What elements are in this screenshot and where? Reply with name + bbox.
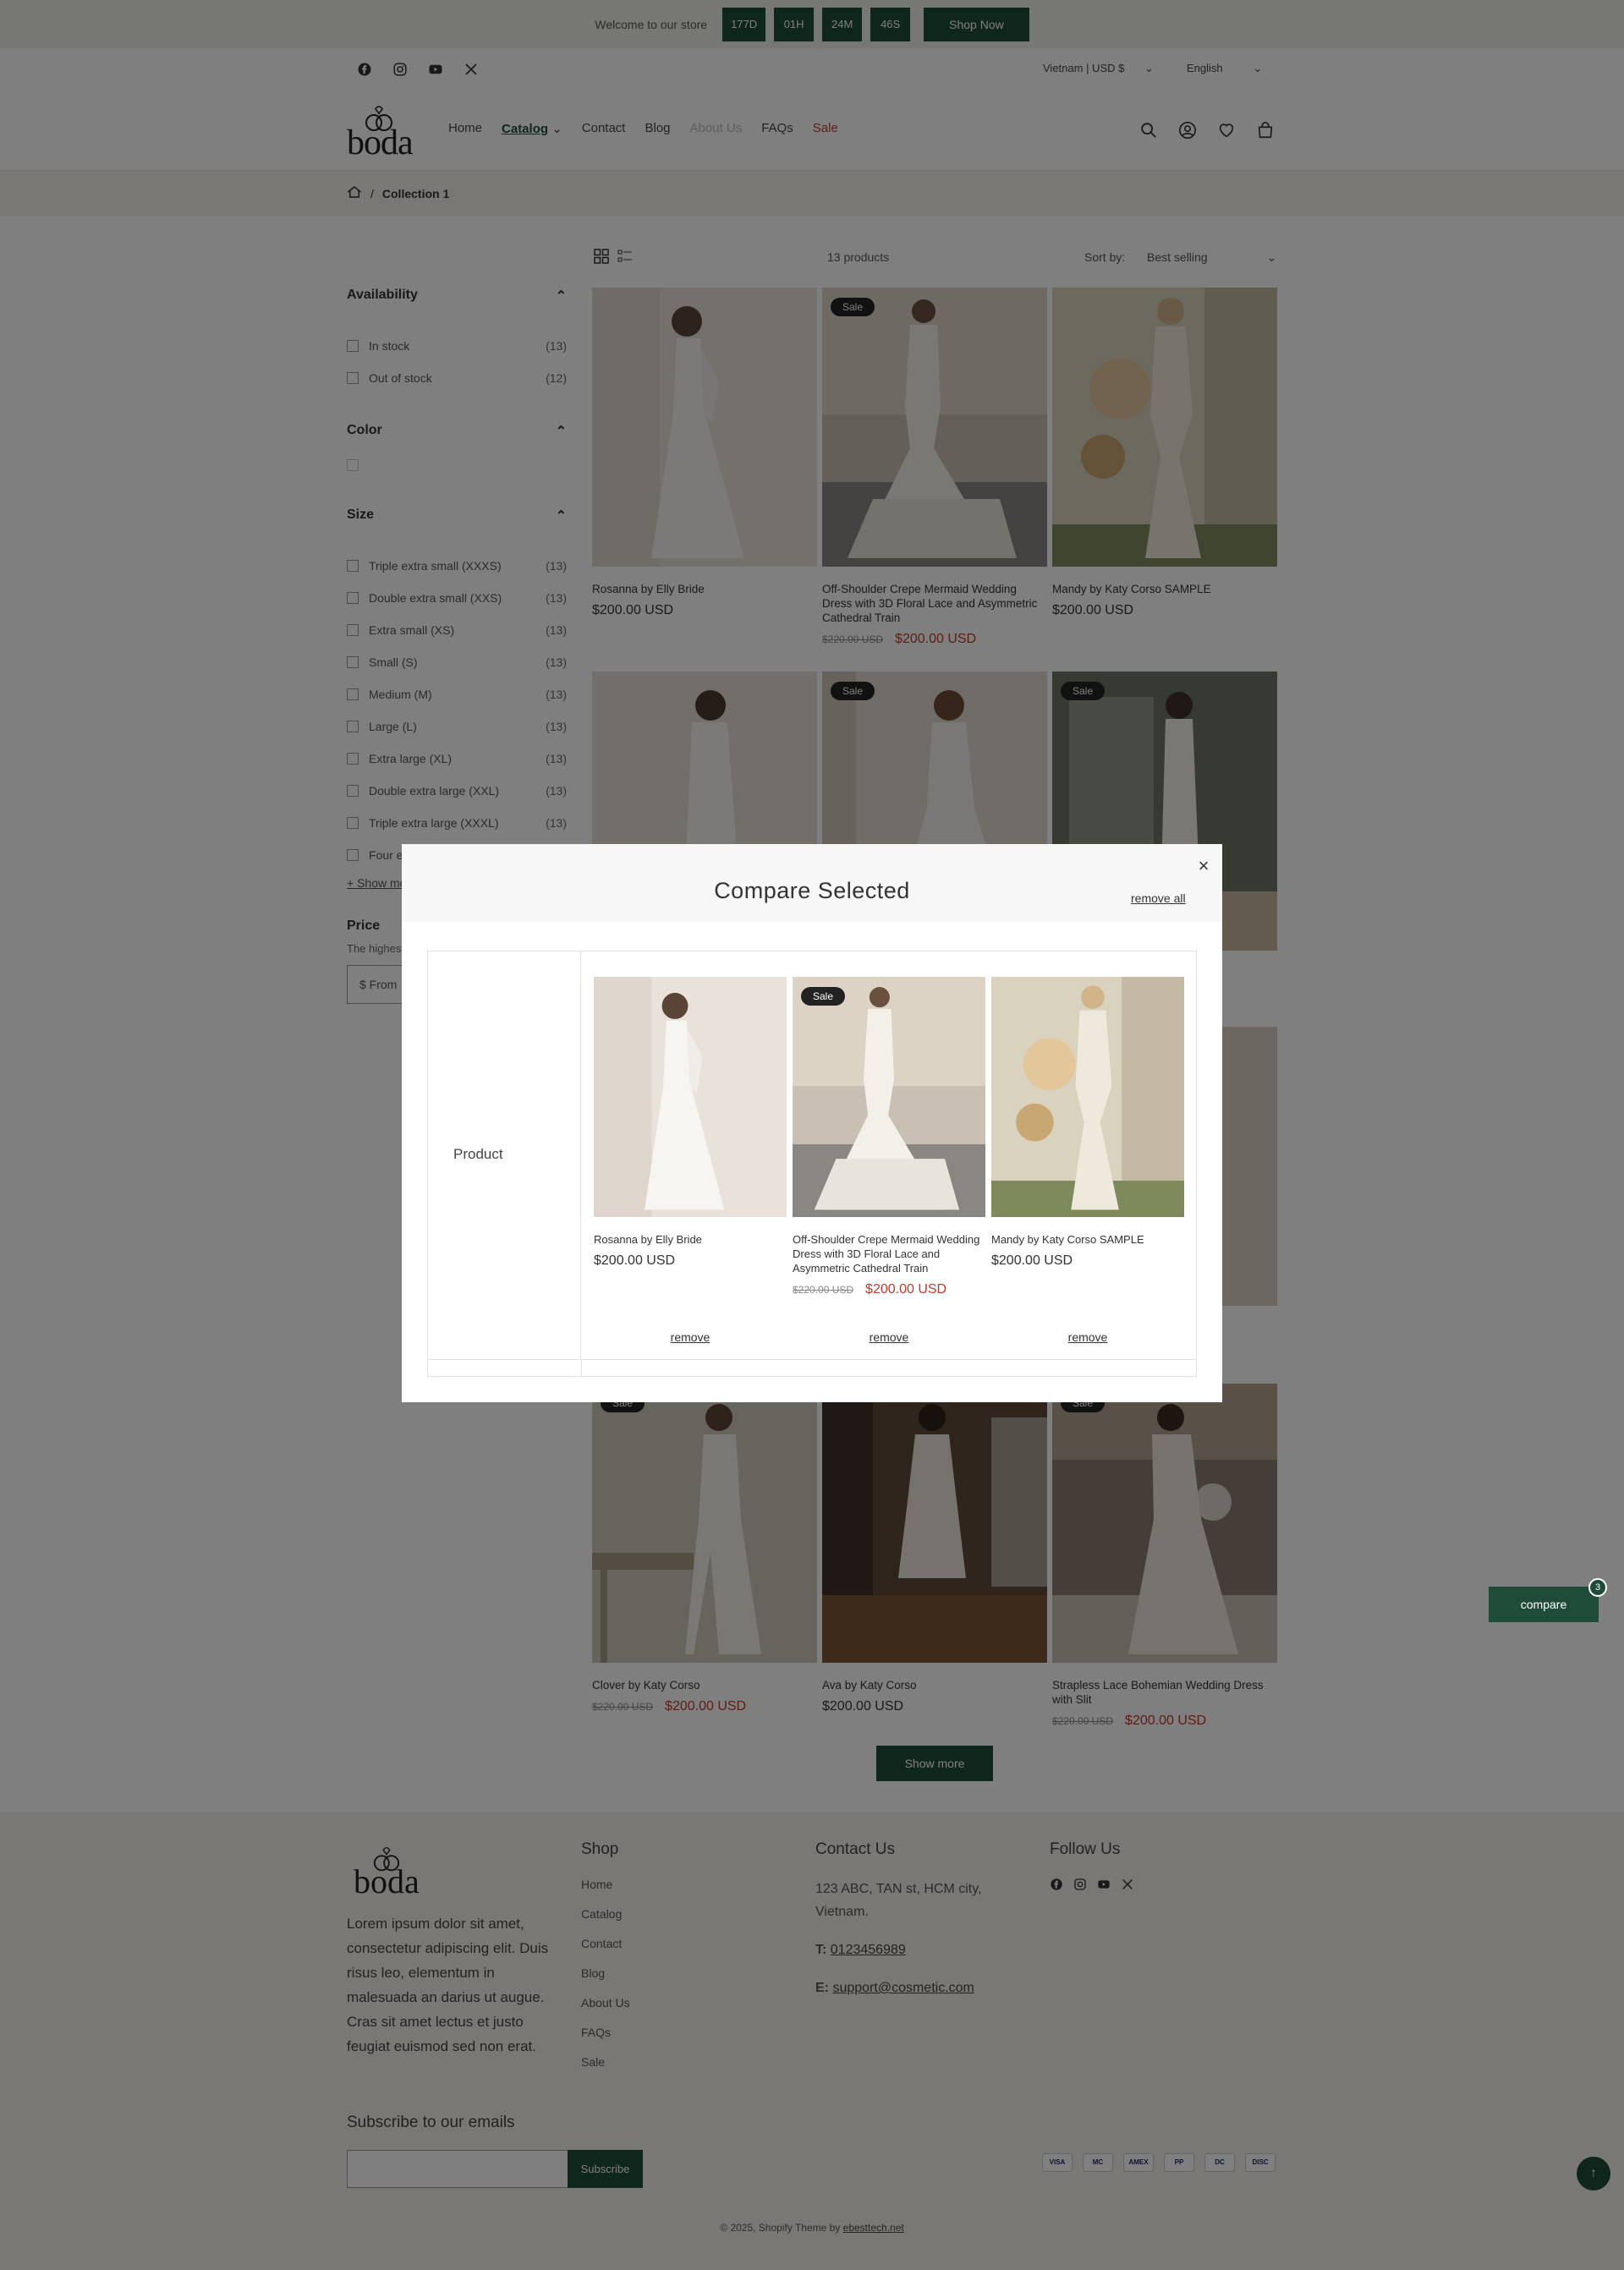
compare-table: Product Rosanna by Elly Bride $200.00 US… (427, 951, 1197, 1377)
close-icon[interactable]: × (1193, 856, 1214, 876)
divider (428, 1359, 1196, 1360)
compare-item-title[interactable]: Mandy by Katy Corso SAMPLE (991, 1232, 1184, 1247)
compare-count-badge: 3 (1588, 1578, 1607, 1597)
compare-modal-header: Compare Selected × remove all (402, 844, 1222, 922)
compare-remove-link[interactable]: remove (594, 1330, 787, 1344)
compare-modal-title: Compare Selected (714, 878, 910, 903)
compare-item-image[interactable] (991, 977, 1184, 1217)
compare-item: Sale Off-Shoulder Crepe Mermaid Wedding … (793, 977, 985, 1297)
old-price: $220.00 USD (793, 1284, 854, 1296)
compare-item: Rosanna by Elly Bride $200.00 USD (594, 977, 787, 1269)
compare-modal: Compare Selected × remove all Product Ro… (402, 844, 1222, 1402)
compare-item-title[interactable]: Rosanna by Elly Bride (594, 1232, 787, 1247)
compare-item-image[interactable] (594, 977, 787, 1217)
compare-item-price: $220.00 USD $200.00 USD (793, 1282, 985, 1297)
sale-price: $200.00 USD (865, 1282, 947, 1297)
divider (581, 1359, 582, 1376)
compare-row-label: Product (453, 1146, 503, 1162)
compare-label-column: Product (428, 951, 581, 1359)
compare-item-image[interactable]: Sale (793, 977, 985, 1217)
compare-remove-link[interactable]: remove (991, 1330, 1184, 1344)
compare-item-price: $200.00 USD (594, 1253, 676, 1268)
sale-badge: Sale (801, 987, 846, 1006)
remove-all-link[interactable]: remove all (1131, 891, 1186, 905)
compare-item: Mandy by Katy Corso SAMPLE $200.00 USD (991, 977, 1184, 1269)
compare-item-price: $200.00 USD (991, 1253, 1073, 1268)
compare-item-title[interactable]: Off-Shoulder Crepe Mermaid Wedding Dress… (793, 1232, 985, 1275)
compare-remove-link[interactable]: remove (793, 1330, 985, 1344)
compare-float-button[interactable]: compare (1489, 1587, 1599, 1622)
